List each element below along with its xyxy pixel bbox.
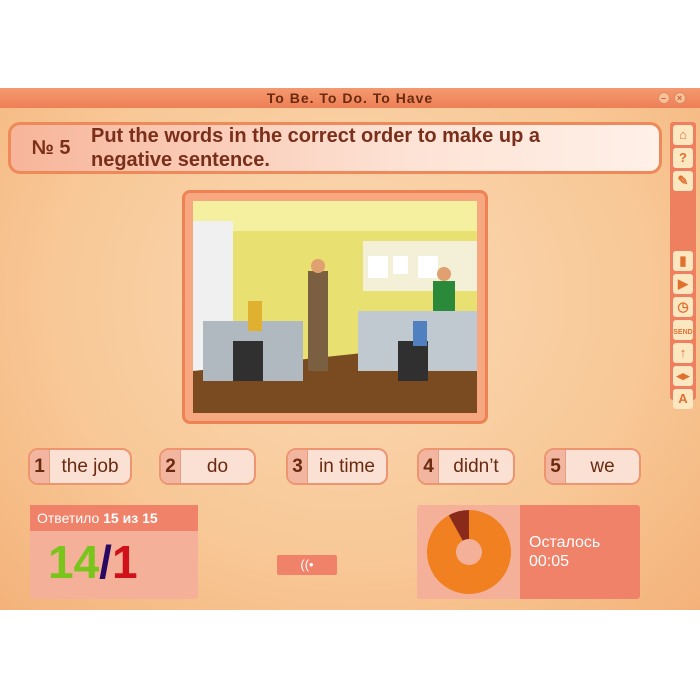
question-number: № 5: [31, 136, 71, 159]
close-icon[interactable]: ×: [674, 92, 686, 104]
word-number: 1: [30, 450, 50, 483]
timer-button[interactable]: ◷: [673, 297, 693, 317]
word-text: didn’t: [453, 456, 499, 477]
minimize-icon[interactable]: –: [658, 92, 670, 104]
wifi-button[interactable]: ((•: [277, 555, 337, 575]
of-label: из: [122, 510, 139, 526]
home-button[interactable]: ⌂: [673, 125, 693, 145]
send-icon: SEND: [673, 329, 693, 336]
score-panel: Ответило 15 из 15 14/1: [30, 505, 198, 599]
word-card[interactable]: 4 didn’t: [417, 448, 515, 485]
app-window: To Be. To Do. To Have – × № 5 Put the wo…: [0, 88, 700, 610]
word-number: 4: [419, 450, 439, 483]
send-button[interactable]: SEND: [673, 320, 693, 340]
sidebar-toolbar: ⌂? ✎ ▮ ▶ ◷ SEND ↑ ◂▸ A: [670, 122, 696, 409]
title-bar: To Be. To Do. To Have – ×: [0, 88, 700, 108]
timer-donut: [417, 505, 520, 599]
pencil-button[interactable]: ✎: [673, 171, 693, 191]
word-card[interactable]: 3 in time: [286, 448, 388, 485]
play-next-button[interactable]: ▶: [673, 274, 693, 294]
question-box: № 5 Put the words in the correct order t…: [8, 122, 662, 174]
word-card[interactable]: 5 we: [544, 448, 641, 485]
word-text: the job: [61, 456, 119, 477]
answered-count: Ответило 15 из 15: [30, 505, 198, 531]
font-button[interactable]: A: [673, 389, 693, 409]
word-number: 5: [546, 450, 566, 483]
word-text: we: [590, 456, 615, 477]
time-remaining: Осталось 00:05: [520, 505, 640, 599]
stats-button[interactable]: ▮: [673, 251, 693, 271]
question-text: Put the words in the correct order to ma…: [91, 125, 540, 171]
score-separator: /: [99, 536, 112, 588]
word-card[interactable]: 2 do: [159, 448, 256, 485]
time-remaining-label: Осталось: [529, 534, 601, 551]
answered-label: Ответило: [37, 510, 100, 526]
pencil-icon: ✎: [677, 173, 689, 188]
timer-icon: ◷: [677, 299, 689, 314]
word-number: 2: [161, 450, 181, 483]
arrow-up-icon: ↑: [679, 345, 687, 360]
donut-hole: [455, 539, 482, 565]
word-text: do: [206, 456, 229, 477]
total-value: 15: [142, 510, 158, 526]
timer-panel: Осталось 00:05: [417, 505, 640, 599]
window-title: To Be. To Do. To Have: [266, 90, 434, 106]
wifi-icon: ((•: [300, 557, 314, 572]
arrow-up-button[interactable]: ↑: [673, 343, 693, 363]
correct-count: 14: [48, 536, 100, 588]
font-icon: A: [678, 391, 688, 406]
wrong-count: 1: [111, 536, 138, 588]
word-number: 3: [288, 450, 308, 483]
play-next-icon: ▶: [678, 276, 688, 291]
help-icon: ?: [679, 150, 687, 165]
arrows-lr-icon: ◂▸: [676, 368, 690, 383]
picture-frame: [182, 190, 488, 424]
score-values: 14/1: [30, 531, 198, 593]
arrows-lr-button[interactable]: ◂▸: [673, 366, 693, 386]
word-card[interactable]: 1 the job: [28, 448, 132, 485]
answered-value: 15: [103, 510, 119, 526]
office-illustration: [193, 201, 477, 413]
help-button[interactable]: ?: [673, 148, 693, 168]
time-remaining-value: 00:05: [529, 553, 570, 570]
word-text: in time: [319, 456, 375, 477]
home-icon: ⌂: [679, 127, 687, 142]
stats-icon: ▮: [679, 253, 687, 268]
